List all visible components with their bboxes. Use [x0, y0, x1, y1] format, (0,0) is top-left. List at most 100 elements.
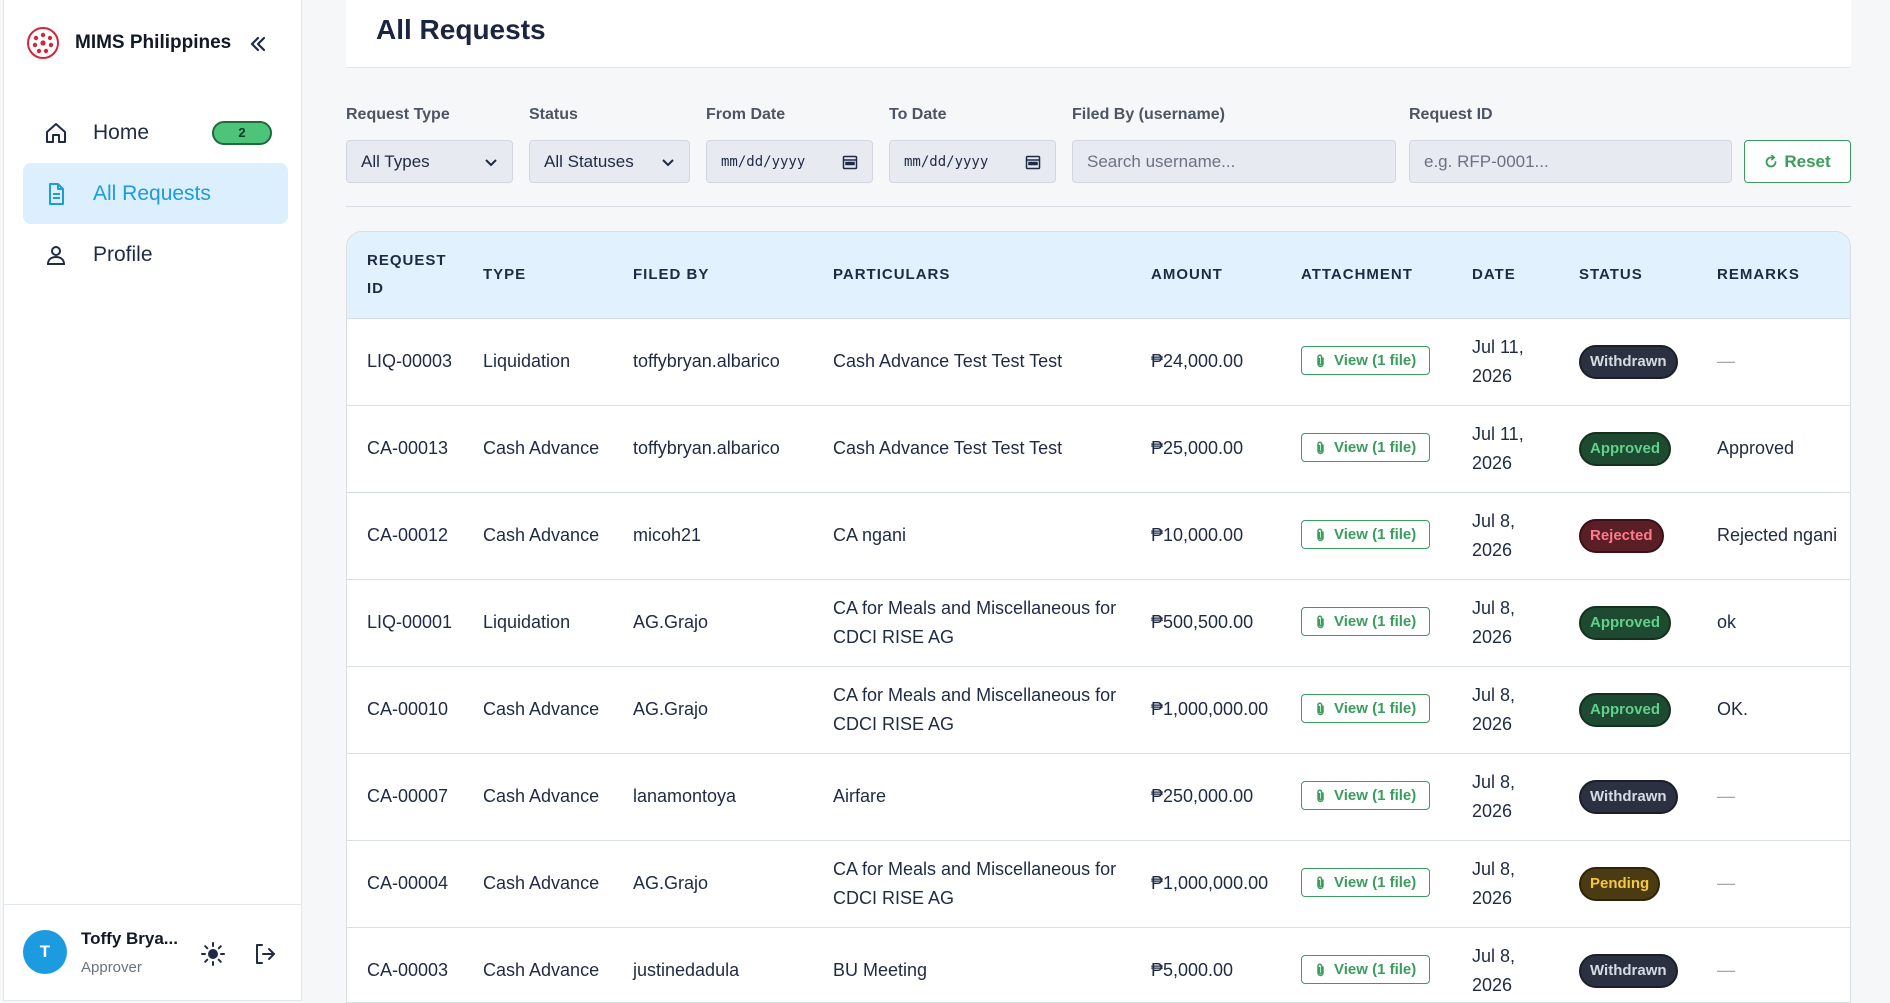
cell-remarks: Approved	[1697, 405, 1850, 493]
col-attachment[interactable]: ATTACHMENT	[1281, 232, 1452, 319]
cell-amount: ₱1,000,000.00	[1131, 666, 1281, 754]
table-row[interactable]: CA-00010 Cash Advance AG.Grajo CA for Me…	[347, 666, 1850, 754]
request-type-filter: Request Type All Types	[346, 106, 513, 183]
table-row[interactable]: CA-00013 Cash Advance toffybryan.albaric…	[347, 405, 1850, 493]
cell-request-id[interactable]: CA-00013	[347, 405, 463, 493]
request-id-filter: Request ID e.g. RFP-0001...	[1409, 106, 1732, 183]
cell-amount: ₱250,000.00	[1131, 753, 1281, 841]
view-attachment-button[interactable]: View (1 file)	[1301, 868, 1431, 898]
cell-date: Jul 11, 2026	[1452, 318, 1559, 406]
status-badge: Withdrawn	[1579, 953, 1678, 988]
calendar-icon[interactable]	[1025, 154, 1041, 170]
input-placeholder: e.g. RFP-0001...	[1424, 151, 1549, 171]
cell-request-id[interactable]: CA-00003	[347, 927, 463, 1002]
cell-filed-by: toffybryan.albarico	[613, 405, 813, 493]
refresh-icon	[1765, 154, 1777, 167]
view-attachment-button[interactable]: View (1 file)	[1301, 694, 1431, 724]
sidebar-nav: Home 2 All Requests Profile	[23, 102, 288, 285]
sidebar-item-home[interactable]: Home 2	[23, 102, 288, 163]
cell-attachment: View (1 file)	[1281, 753, 1452, 841]
table-row[interactable]: LIQ-00001 Liquidation AG.Grajo CA for Me…	[347, 579, 1850, 667]
cell-amount: ₱5,000.00	[1131, 927, 1281, 1002]
collapse-sidebar-button[interactable]	[244, 30, 272, 58]
table-row[interactable]: CA-00003 Cash Advance justinedadula BU M…	[347, 927, 1850, 1002]
view-attachment-button[interactable]: View (1 file)	[1301, 433, 1431, 463]
cell-filed-by: justinedadula	[613, 927, 813, 1002]
cell-date: Jul 8, 2026	[1452, 753, 1559, 841]
cell-amount: ₱1,000,000.00	[1131, 840, 1281, 928]
col-status[interactable]: STATUS	[1559, 232, 1697, 319]
view-attachment-button[interactable]: View (1 file)	[1301, 607, 1431, 637]
view-attachment-button[interactable]: View (1 file)	[1301, 955, 1431, 985]
cell-remarks: OK.	[1697, 666, 1850, 754]
cell-filed-by: AG.Grajo	[613, 666, 813, 754]
cell-type: Cash Advance	[463, 840, 613, 928]
col-remarks[interactable]: REMARKS	[1697, 232, 1850, 319]
reset-button[interactable]: Reset	[1744, 140, 1851, 183]
col-particulars[interactable]: PARTICULARS	[813, 232, 1131, 319]
calendar-icon[interactable]	[842, 154, 858, 170]
cell-type: Liquidation	[463, 318, 613, 406]
status-badge: Pending	[1579, 866, 1661, 901]
cell-request-id[interactable]: CA-00012	[347, 492, 463, 580]
sun-icon	[201, 942, 225, 966]
logout-button[interactable]	[252, 941, 278, 967]
col-amount[interactable]: AMOUNT	[1131, 232, 1281, 319]
input-placeholder: Search username...	[1087, 151, 1236, 171]
to-date-input[interactable]: mm/dd/yyyy	[889, 140, 1056, 183]
cell-particulars: CA ngani	[813, 492, 1131, 580]
requests-table: REQUEST ID TYPE FILED BY PARTICULARS AMO…	[346, 231, 1851, 1003]
cell-filed-by: lanamontoya	[613, 753, 813, 841]
view-attachment-button[interactable]: View (1 file)	[1301, 520, 1431, 550]
sidebar-item-all-requests[interactable]: All Requests	[23, 163, 288, 224]
filed-by-input[interactable]: Search username...	[1072, 140, 1396, 183]
request-type-select[interactable]: All Types	[346, 140, 513, 183]
table-row[interactable]: LIQ-00003 Liquidation toffybryan.albaric…	[347, 318, 1850, 406]
from-date-input[interactable]: mm/dd/yyyy	[706, 140, 873, 183]
cell-request-id[interactable]: CA-00004	[347, 840, 463, 928]
brand: MIMS Philippines	[26, 26, 231, 60]
paperclip-icon	[1317, 354, 1324, 367]
col-type[interactable]: TYPE	[463, 232, 613, 319]
table-header-row: REQUEST ID TYPE FILED BY PARTICULARS AMO…	[347, 232, 1850, 319]
cell-attachment: View (1 file)	[1281, 405, 1452, 493]
avatar[interactable]: T	[23, 930, 67, 974]
cell-request-id[interactable]: CA-00007	[347, 753, 463, 841]
cell-request-id[interactable]: LIQ-00001	[347, 579, 463, 667]
brand-logo-icon	[27, 27, 59, 59]
table-row[interactable]: CA-00004 Cash Advance AG.Grajo CA for Me…	[347, 840, 1850, 928]
table-row[interactable]: CA-00007 Cash Advance lanamontoya Airfar…	[347, 753, 1850, 841]
cell-remarks: —	[1697, 753, 1850, 841]
filter-label: Status	[529, 106, 578, 123]
request-id-input[interactable]: e.g. RFP-0001...	[1409, 140, 1732, 183]
cell-request-id[interactable]: LIQ-00003	[347, 318, 463, 406]
cell-status: Withdrawn	[1559, 318, 1697, 406]
cell-attachment: View (1 file)	[1281, 579, 1452, 667]
cell-filed-by: toffybryan.albarico	[613, 318, 813, 406]
select-value: All Types	[361, 151, 430, 171]
view-attachment-button[interactable]: View (1 file)	[1301, 346, 1431, 376]
date-placeholder: mm/dd/yyyy	[904, 153, 989, 170]
theme-toggle-button[interactable]	[200, 941, 226, 967]
status-select[interactable]: All Statuses	[529, 140, 690, 183]
table-row[interactable]: CA-00012 Cash Advance micoh21 CA ngani ₱…	[347, 492, 1850, 580]
date-placeholder: mm/dd/yyyy	[721, 153, 806, 170]
paperclip-icon	[1317, 615, 1324, 628]
col-request-id[interactable]: REQUEST ID	[347, 232, 463, 319]
user-name: Toffy Brya...	[81, 929, 178, 948]
attachment-label: View (1 file)	[1334, 526, 1417, 544]
view-attachment-button[interactable]: View (1 file)	[1301, 781, 1431, 811]
cell-date: Jul 8, 2026	[1452, 927, 1559, 1002]
cell-status: Approved	[1559, 405, 1697, 493]
cell-request-id[interactable]: CA-00010	[347, 666, 463, 754]
cell-amount: ₱10,000.00	[1131, 492, 1281, 580]
col-date[interactable]: DATE	[1452, 232, 1559, 319]
col-filed-by[interactable]: FILED BY	[613, 232, 813, 319]
sidebar-item-profile[interactable]: Profile	[23, 224, 288, 285]
cell-particulars: Cash Advance Test Test Test	[813, 318, 1131, 406]
page-header: All Requests	[346, 0, 1851, 68]
user-role: Approver	[81, 959, 142, 976]
status-badge: Approved	[1579, 692, 1672, 727]
attachment-label: View (1 file)	[1334, 874, 1417, 892]
filter-label: Request ID	[1409, 106, 1493, 123]
